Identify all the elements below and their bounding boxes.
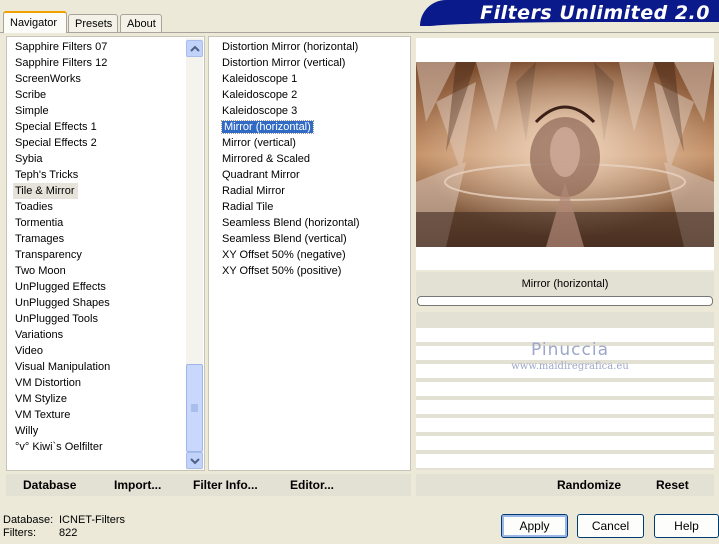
randomize-button[interactable]: Randomize [557, 477, 621, 493]
category-scrollbar[interactable] [186, 38, 203, 470]
apply-button[interactable]: Apply [501, 514, 568, 538]
tab-divider [0, 32, 719, 33]
list-item[interactable]: UnPlugged Shapes [13, 295, 112, 311]
tab-navigator[interactable]: Navigator [3, 11, 67, 33]
list-item[interactable]: Kaleidoscope 1 [220, 71, 362, 87]
list-item[interactable]: Tramages [13, 231, 112, 247]
tab-presets[interactable]: Presets [68, 14, 118, 32]
list-item[interactable]: Mirrored & Scaled [220, 151, 362, 167]
scroll-down-button[interactable] [186, 452, 203, 469]
preview-image [416, 62, 714, 247]
filters-count: 822 [59, 527, 78, 539]
tab-about[interactable]: About [120, 14, 162, 32]
list-item[interactable]: Seamless Blend (vertical) [220, 231, 362, 247]
scroll-up-button[interactable] [186, 40, 203, 57]
category-list[interactable]: Sapphire Filters 07 Sapphire Filters 12 Sc… [6, 36, 205, 471]
editor-button[interactable]: Editor... [290, 477, 334, 493]
list-item[interactable]: Distortion Mirror (vertical) [220, 55, 362, 71]
list-item[interactable]: Sapphire Filters 07 [13, 39, 112, 55]
list-item[interactable]: Transparency [13, 247, 112, 263]
list-item[interactable]: Willy [13, 423, 112, 439]
list-item[interactable]: VM Stylize [13, 391, 112, 407]
list-item[interactable]: Special Effects 1 [13, 119, 112, 135]
reset-button[interactable]: Reset [656, 477, 689, 493]
filters-label: Filters: [3, 527, 36, 539]
list-item[interactable]: UnPlugged Effects [13, 279, 112, 295]
list-item[interactable]: Radial Tile [220, 199, 362, 215]
filter-list[interactable]: Distortion Mirror (horizontal) Distortion… [208, 36, 411, 471]
list-item[interactable]: UnPlugged Tools [13, 311, 112, 327]
list-item[interactable]: Seamless Blend (horizontal) [220, 215, 362, 231]
list-item[interactable]: Video [13, 343, 112, 359]
import-button[interactable]: Import... [114, 477, 161, 493]
list-item[interactable]: °v° Kiwi`s Oelfilter [13, 439, 112, 455]
list-item[interactable]: Kaleidoscope 3 [220, 103, 362, 119]
list-item[interactable]: Mirror (vertical) [220, 135, 362, 151]
database-label: Database: [3, 514, 54, 526]
list-item[interactable]: Two Moon [13, 263, 112, 279]
filter-info-button[interactable]: Filter Info... [193, 477, 258, 493]
param-slot [416, 400, 714, 414]
grip-icon [191, 404, 198, 412]
chevron-up-icon [190, 45, 200, 52]
database-value: ICNET-Filters [59, 514, 125, 526]
list-item[interactable]: Sapphire Filters 12 [13, 55, 112, 71]
list-item[interactable]: Scribe [13, 87, 112, 103]
list-item[interactable]: ScreenWorks [13, 71, 112, 87]
cancel-button[interactable]: Cancel [577, 514, 644, 538]
list-item[interactable]: Simple [13, 103, 112, 119]
help-button[interactable]: Help [654, 514, 719, 538]
list-item[interactable]: Variations [13, 327, 112, 343]
database-button[interactable]: Database [23, 477, 76, 493]
watermark-site: www.maidiregrafica.eu [511, 361, 629, 372]
list-item[interactable]: VM Distortion [13, 375, 112, 391]
list-item[interactable]: Distortion Mirror (horizontal) [220, 39, 362, 55]
list-item[interactable]: VM Texture [13, 407, 112, 423]
scroll-thumb[interactable] [186, 364, 203, 452]
list-item[interactable]: Special Effects 2 [13, 135, 112, 151]
list-item[interactable]: XY Offset 50% (negative) [220, 247, 362, 263]
list-item[interactable]: Toadies [13, 199, 112, 215]
list-item[interactable]: Visual Manipulation [13, 359, 112, 375]
preview-filter-name: Mirror (horizontal) [416, 272, 714, 296]
progress-bar [417, 296, 713, 306]
list-item[interactable]: Kaleidoscope 2 [220, 87, 362, 103]
app-banner: Filters Unlimited 2.0 [420, 0, 719, 26]
list-item[interactable]: Tile & Mirror [13, 183, 79, 199]
list-item[interactable]: Sybia [13, 151, 112, 167]
list-item[interactable]: Mirror (horizontal) [220, 119, 362, 135]
list-item[interactable]: XY Offset 50% (positive) [220, 263, 362, 279]
param-slot [416, 454, 714, 468]
param-slot [416, 382, 714, 396]
param-slot [416, 418, 714, 432]
list-item[interactable]: Quadrant Mirror [220, 167, 362, 183]
parameter-area [416, 312, 714, 470]
param-slot [416, 436, 714, 450]
app-title: Filters Unlimited 2.0 [480, 2, 710, 24]
chevron-down-icon [190, 458, 200, 465]
list-item[interactable]: Radial Mirror [220, 183, 362, 199]
filter-items[interactable]: Distortion Mirror (horizontal) Distortion… [220, 39, 362, 279]
list-item[interactable]: Teph's Tricks [13, 167, 112, 183]
list-item[interactable]: Tormentia [13, 215, 112, 231]
watermark-name: Pinuccia [531, 340, 609, 360]
category-items[interactable]: Sapphire Filters 07 Sapphire Filters 12 Sc… [13, 39, 112, 455]
